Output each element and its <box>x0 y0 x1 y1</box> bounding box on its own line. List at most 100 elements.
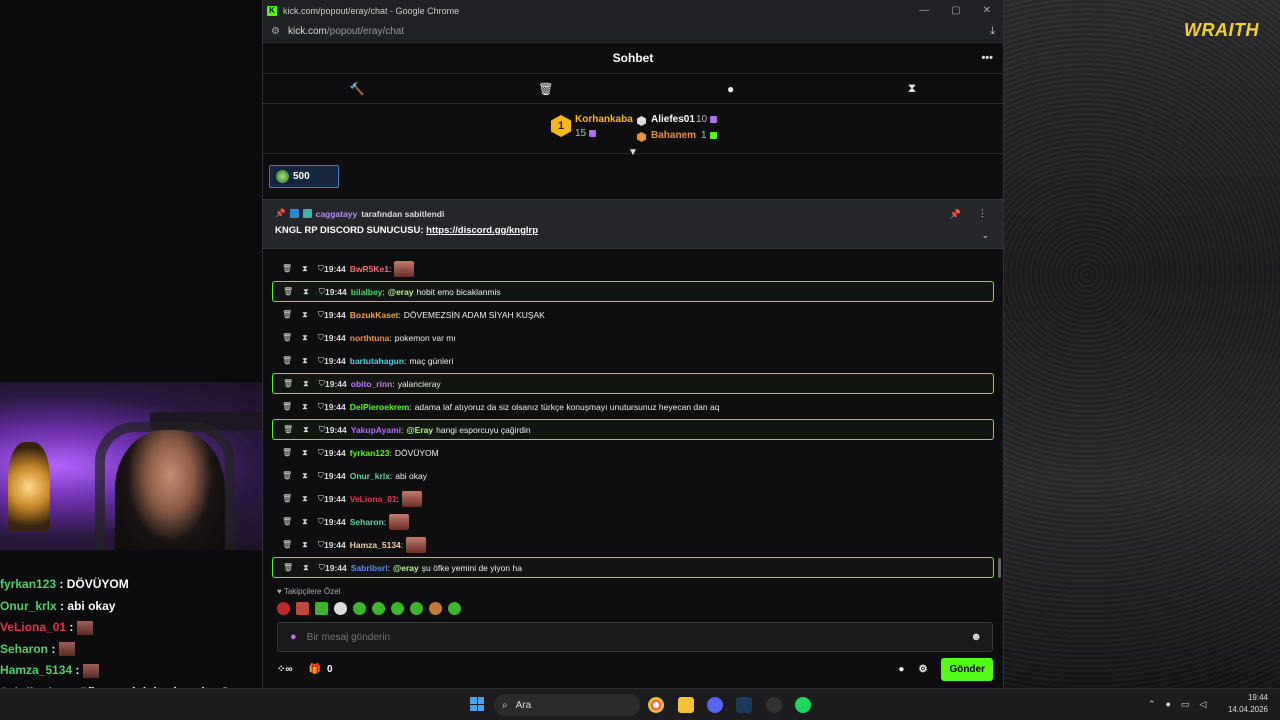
pinned-more-icon[interactable]: ⋮ <box>978 208 987 219</box>
pinned-message[interactable]: 📌 caggatayy tarafından sabitlendi KNGL R… <box>263 199 1003 249</box>
timeout-icon[interactable]: ⧗ <box>302 517 308 527</box>
minimize-icon[interactable]: — <box>919 5 929 16</box>
delete-icon[interactable]: 🗑 <box>283 563 293 573</box>
leader-1-name[interactable]: Korhankaba <box>575 114 633 125</box>
chat-message-row[interactable]: 🗑 ⧗ ⛉ 19:44 northtuna: pokemon var mı <box>272 327 994 348</box>
message-username[interactable]: Onur_krlx <box>350 471 390 481</box>
chat-message-row[interactable]: 🗑 ⧗ ⛉ 19:44 Seharon: <box>272 511 994 532</box>
timeout-icon[interactable]: ⧗ <box>302 402 308 412</box>
chat-message-row[interactable]: 🗑 ⧗ ⛉ 19:44 Sabribsrl: @eray şu öfke yemini de… <box>272 557 994 578</box>
site-settings-icon[interactable]: ⚙ <box>271 26 280 37</box>
delete-icon[interactable]: 🗑 <box>282 471 292 481</box>
timeout-icon[interactable]: ⧗ <box>302 264 308 274</box>
message-username[interactable]: obito_rinn <box>351 379 393 389</box>
delete-icon[interactable]: 🗑 <box>282 402 292 412</box>
message-input-box[interactable]: ● ☻ <box>277 622 993 652</box>
chevron-down-icon[interactable]: ⌄ <box>981 230 989 241</box>
delete-icon[interactable]: 🗑 <box>282 494 292 504</box>
filter-icon[interactable]: ▼ <box>628 147 638 158</box>
timeout-icon[interactable]: ⧗ <box>303 379 309 389</box>
message-input[interactable] <box>306 631 907 643</box>
gear-icon[interactable]: ⚙ <box>918 664 927 675</box>
download-icon[interactable]: ⤓ <box>990 25 995 38</box>
ban-icon[interactable]: ⛉ <box>319 563 325 573</box>
hourglass-icon[interactable]: ⧗ <box>908 81 916 96</box>
emote-icon[interactable] <box>372 602 385 615</box>
file-explorer-icon[interactable] <box>678 697 694 713</box>
mic-tray-icon[interactable]: ● <box>1166 699 1171 710</box>
message-username[interactable]: VeLiona_01 <box>350 494 397 504</box>
timeout-icon[interactable]: ⧗ <box>303 287 309 297</box>
chat-message-row[interactable]: 🗑 ⧗ ⛉ 19:44 DelPieroekrem: adama laf atıyoruz… <box>272 396 994 417</box>
more-options-icon[interactable]: ••• <box>981 52 993 64</box>
trash-icon[interactable]: 🗑 <box>538 82 553 96</box>
chrome-icon[interactable] <box>648 697 664 713</box>
spotify-icon[interactable] <box>795 697 811 713</box>
timeout-icon[interactable]: ⧗ <box>302 310 308 320</box>
gift-icon[interactable]: 🎁 <box>309 664 321 675</box>
message-username[interactable]: Seharon <box>350 517 384 527</box>
message-username[interactable]: DelPieroekrem <box>350 402 410 412</box>
delete-icon[interactable]: 🗑 <box>282 264 292 274</box>
unpin-icon[interactable]: 📌 <box>950 209 961 220</box>
ban-icon[interactable]: ⛉ <box>318 402 324 412</box>
message-username[interactable]: bartutahagun <box>350 356 404 366</box>
ban-icon[interactable]: ⛉ <box>318 310 324 320</box>
windows-start-icon[interactable] <box>470 697 484 711</box>
emote-icon[interactable] <box>334 602 347 615</box>
chat-settings-bubble-icon[interactable]: ● <box>898 664 904 675</box>
pinned-by-user[interactable]: caggatayy <box>316 209 358 219</box>
leader-2-name[interactable]: Aliefes01 <box>651 114 695 125</box>
timeout-icon[interactable]: ⧗ <box>302 448 308 458</box>
app-icon[interactable] <box>766 697 782 713</box>
emote-icon[interactable] <box>448 602 461 615</box>
timeout-icon[interactable]: ⧗ <box>302 494 308 504</box>
message-username[interactable]: fyrkan123 <box>350 448 390 458</box>
message-username[interactable]: YakupAyami <box>351 425 401 435</box>
delete-icon[interactable]: 🗑 <box>282 517 292 527</box>
chat-message-row[interactable]: 🗑 ⧗ ⛉ 19:44 obito_rinn: yalancieray <box>272 373 994 394</box>
timeout-icon[interactable]: ⧗ <box>302 333 308 343</box>
chat-message-row[interactable]: 🗑 ⧗ ⛉ 19:44 bilalbey: @eray hobit emo bicaklan… <box>272 281 994 302</box>
chat-message-row[interactable]: 🗑 ⧗ ⛉ 19:44 Hamza_5134: <box>272 534 994 555</box>
delete-icon[interactable]: 🗑 <box>282 540 292 550</box>
chevron-up-icon[interactable]: ⌃ <box>1148 699 1156 710</box>
chat-message-row[interactable]: 🗑 ⧗ ⛉ 19:44 BwR5Ke1: <box>272 258 994 279</box>
delete-icon[interactable]: 🗑 <box>283 425 293 435</box>
emoji-icon[interactable]: ☻ <box>970 631 982 643</box>
chat-message-row[interactable]: 🗑 ⧗ ⛉ 19:44 Onur_krlx: abi okay <box>272 465 994 486</box>
emote-icon[interactable] <box>429 602 442 615</box>
ban-icon[interactable]: ⛉ <box>319 379 325 389</box>
ban-icon[interactable]: ⛉ <box>318 333 324 343</box>
timeout-icon[interactable]: ⧗ <box>302 471 308 481</box>
goal-badge[interactable]: 500 <box>269 165 339 188</box>
ban-icon[interactable]: ⛉ <box>318 471 324 481</box>
emote-icon[interactable] <box>277 602 290 615</box>
timeout-icon[interactable]: ⧗ <box>303 563 309 573</box>
leader-3-name[interactable]: Bahanem <box>651 130 696 141</box>
emote-icon[interactable] <box>315 602 328 615</box>
address-bar[interactable]: ⚙ kick.com/popout/eray/chat ⤓ <box>263 21 1003 43</box>
emote-icon[interactable] <box>353 602 366 615</box>
chat-message-row[interactable]: 🗑 ⧗ ⛉ 19:44 VeLiona_01: <box>272 488 994 509</box>
chat-message-row[interactable]: 🗑 ⧗ ⛉ 19:44 bartutahagun: maç günleri <box>272 350 994 371</box>
chat-scrollbar[interactable] <box>998 558 1001 578</box>
message-mention[interactable]: @eray <box>388 287 414 297</box>
emote-icon[interactable] <box>410 602 423 615</box>
delete-icon[interactable]: 🗑 <box>282 448 292 458</box>
ban-hammer-icon[interactable]: 🔨 <box>350 82 365 96</box>
discord-icon[interactable] <box>707 697 723 713</box>
message-username[interactable]: Sabribsrl <box>351 563 388 573</box>
delete-icon[interactable]: 🗑 <box>282 333 292 343</box>
delete-icon[interactable]: 🗑 <box>283 287 293 297</box>
message-username[interactable]: bilalbey <box>351 287 383 297</box>
maximize-icon[interactable]: ▢ <box>951 5 960 16</box>
send-button[interactable]: Gönder <box>941 657 993 681</box>
message-username[interactable]: Hamza_5134 <box>350 540 401 550</box>
delete-icon[interactable]: 🗑 <box>283 379 293 389</box>
chat-message-row[interactable]: 🗑 ⧗ ⛉ 19:44 BozukKaset: DÖVEMEZSİN ADAM SİYAH… <box>272 304 994 325</box>
ban-icon[interactable]: ⛉ <box>318 448 324 458</box>
ban-icon[interactable]: ⛉ <box>318 494 324 504</box>
ban-icon[interactable]: ⛉ <box>318 540 324 550</box>
chat-message-row[interactable]: 🗑 ⧗ ⛉ 19:44 fyrkan123: DÖVÜYOM <box>272 442 994 463</box>
